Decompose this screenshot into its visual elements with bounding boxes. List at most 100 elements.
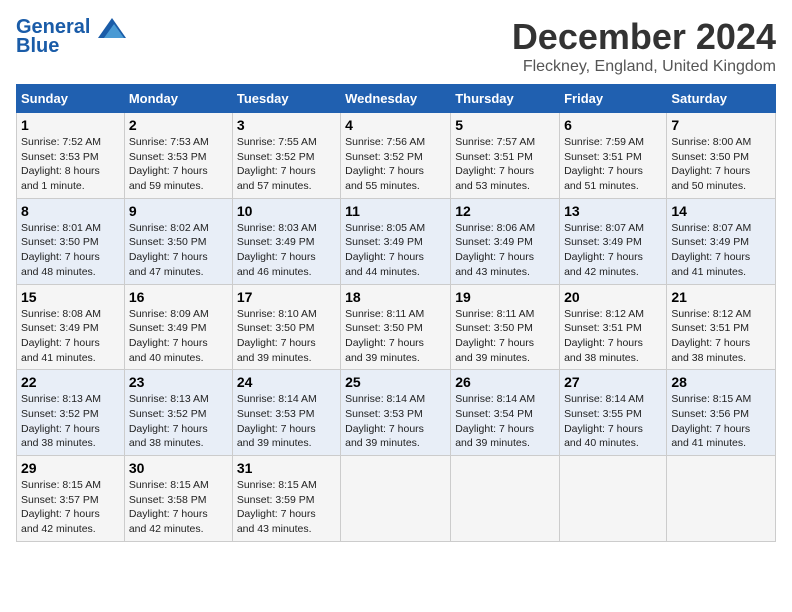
day-number: 1 bbox=[21, 117, 120, 133]
calendar-cell: 31 Sunrise: 8:15 AM Sunset: 3:59 PM Dayli… bbox=[232, 456, 340, 542]
location-title: Fleckney, England, United Kingdom bbox=[512, 58, 776, 76]
day-detail: Sunrise: 7:59 AM Sunset: 3:51 PM Dayligh… bbox=[564, 135, 662, 194]
day-number: 12 bbox=[455, 203, 555, 219]
day-detail: Sunrise: 7:55 AM Sunset: 3:52 PM Dayligh… bbox=[237, 135, 336, 194]
calendar-cell: 10 Sunrise: 8:03 AM Sunset: 3:49 PM Dayli… bbox=[232, 198, 340, 284]
calendar-body: 1 Sunrise: 7:52 AM Sunset: 3:53 PM Daylig… bbox=[17, 113, 776, 542]
weekday-header: Saturday bbox=[667, 85, 776, 113]
day-detail: Sunrise: 7:53 AM Sunset: 3:53 PM Dayligh… bbox=[129, 135, 228, 194]
day-number: 17 bbox=[237, 289, 336, 305]
calendar-cell: 25 Sunrise: 8:14 AM Sunset: 3:53 PM Dayli… bbox=[341, 370, 451, 456]
day-number: 25 bbox=[345, 374, 446, 390]
day-detail: Sunrise: 7:56 AM Sunset: 3:52 PM Dayligh… bbox=[345, 135, 446, 194]
day-number: 30 bbox=[129, 460, 228, 476]
logo-icon bbox=[98, 18, 126, 38]
calendar-cell: 7Sunrise: 8:00 AM Sunset: 3:50 PM Daylig… bbox=[667, 113, 776, 199]
day-detail: Sunrise: 8:13 AM Sunset: 3:52 PM Dayligh… bbox=[21, 392, 120, 451]
day-detail: Sunrise: 8:14 AM Sunset: 3:53 PM Dayligh… bbox=[237, 392, 336, 451]
page-header: General Blue December 2024 Fleckney, Eng… bbox=[16, 16, 776, 76]
weekday-header: Monday bbox=[124, 85, 232, 113]
day-number: 6 bbox=[564, 117, 662, 133]
day-number: 20 bbox=[564, 289, 662, 305]
calendar-cell: 28Sunrise: 8:15 AM Sunset: 3:56 PM Dayli… bbox=[667, 370, 776, 456]
calendar-cell: 11 Sunrise: 8:05 AM Sunset: 3:49 PM Dayli… bbox=[341, 198, 451, 284]
calendar-cell: 17 Sunrise: 8:10 AM Sunset: 3:50 PM Dayli… bbox=[232, 284, 340, 370]
day-detail: Sunrise: 8:08 AM Sunset: 3:49 PM Dayligh… bbox=[21, 307, 120, 366]
calendar-cell bbox=[560, 456, 667, 542]
day-detail: Sunrise: 8:14 AM Sunset: 3:55 PM Dayligh… bbox=[564, 392, 662, 451]
calendar-week-row: 29 Sunrise: 8:15 AM Sunset: 3:57 PM Dayli… bbox=[17, 456, 776, 542]
day-number: 7 bbox=[671, 117, 771, 133]
calendar-cell bbox=[667, 456, 776, 542]
day-detail: Sunrise: 7:52 AM Sunset: 3:53 PM Dayligh… bbox=[21, 135, 120, 194]
day-number: 3 bbox=[237, 117, 336, 133]
day-detail: Sunrise: 8:02 AM Sunset: 3:50 PM Dayligh… bbox=[129, 221, 228, 280]
day-number: 27 bbox=[564, 374, 662, 390]
calendar-cell: 23Sunrise: 8:13 AM Sunset: 3:52 PM Dayli… bbox=[124, 370, 232, 456]
day-number: 13 bbox=[564, 203, 662, 219]
day-number: 10 bbox=[237, 203, 336, 219]
day-number: 31 bbox=[237, 460, 336, 476]
day-detail: Sunrise: 8:11 AM Sunset: 3:50 PM Dayligh… bbox=[455, 307, 555, 366]
calendar-cell: 16Sunrise: 8:09 AM Sunset: 3:49 PM Dayli… bbox=[124, 284, 232, 370]
day-number: 29 bbox=[21, 460, 120, 476]
calendar-cell: 3 Sunrise: 7:55 AM Sunset: 3:52 PM Daylig… bbox=[232, 113, 340, 199]
day-number: 5 bbox=[455, 117, 555, 133]
day-number: 18 bbox=[345, 289, 446, 305]
calendar-cell: 15 Sunrise: 8:08 AM Sunset: 3:49 PM Dayli… bbox=[17, 284, 125, 370]
day-number: 2 bbox=[129, 117, 228, 133]
day-detail: Sunrise: 8:09 AM Sunset: 3:49 PM Dayligh… bbox=[129, 307, 228, 366]
day-detail: Sunrise: 8:15 AM Sunset: 3:58 PM Dayligh… bbox=[129, 478, 228, 537]
calendar-cell: 24 Sunrise: 8:14 AM Sunset: 3:53 PM Dayli… bbox=[232, 370, 340, 456]
calendar-cell bbox=[341, 456, 451, 542]
calendar-cell: 1 Sunrise: 7:52 AM Sunset: 3:53 PM Daylig… bbox=[17, 113, 125, 199]
calendar-cell bbox=[451, 456, 560, 542]
calendar-cell: 27 Sunrise: 8:14 AM Sunset: 3:55 PM Dayli… bbox=[560, 370, 667, 456]
weekday-header: Thursday bbox=[451, 85, 560, 113]
calendar-week-row: 15 Sunrise: 8:08 AM Sunset: 3:49 PM Dayli… bbox=[17, 284, 776, 370]
day-detail: Sunrise: 8:15 AM Sunset: 3:59 PM Dayligh… bbox=[237, 478, 336, 537]
calendar-cell: 2 Sunrise: 7:53 AM Sunset: 3:53 PM Daylig… bbox=[124, 113, 232, 199]
day-detail: Sunrise: 8:07 AM Sunset: 3:49 PM Dayligh… bbox=[564, 221, 662, 280]
logo: General Blue bbox=[16, 16, 126, 58]
day-number: 4 bbox=[345, 117, 446, 133]
calendar-cell: 9 Sunrise: 8:02 AM Sunset: 3:50 PM Daylig… bbox=[124, 198, 232, 284]
weekday-header: Friday bbox=[560, 85, 667, 113]
day-detail: Sunrise: 8:14 AM Sunset: 3:53 PM Dayligh… bbox=[345, 392, 446, 451]
day-detail: Sunrise: 8:10 AM Sunset: 3:50 PM Dayligh… bbox=[237, 307, 336, 366]
calendar-cell: 20 Sunrise: 8:12 AM Sunset: 3:51 PM Dayli… bbox=[560, 284, 667, 370]
day-number: 9 bbox=[129, 203, 228, 219]
calendar-cell: 8 Sunrise: 8:01 AM Sunset: 3:50 PM Daylig… bbox=[17, 198, 125, 284]
day-detail: Sunrise: 8:13 AM Sunset: 3:52 PM Dayligh… bbox=[129, 392, 228, 451]
day-number: 26 bbox=[455, 374, 555, 390]
day-number: 14 bbox=[671, 203, 771, 219]
day-number: 21 bbox=[671, 289, 771, 305]
day-detail: Sunrise: 8:07 AM Sunset: 3:49 PM Dayligh… bbox=[671, 221, 771, 280]
weekday-header: Wednesday bbox=[341, 85, 451, 113]
day-detail: Sunrise: 8:05 AM Sunset: 3:49 PM Dayligh… bbox=[345, 221, 446, 280]
calendar-cell: 5Sunrise: 7:57 AM Sunset: 3:51 PM Daylig… bbox=[451, 113, 560, 199]
month-title: December 2024 bbox=[512, 16, 776, 58]
day-detail: Sunrise: 8:14 AM Sunset: 3:54 PM Dayligh… bbox=[455, 392, 555, 451]
day-number: 8 bbox=[21, 203, 120, 219]
calendar-cell: 26 Sunrise: 8:14 AM Sunset: 3:54 PM Dayli… bbox=[451, 370, 560, 456]
day-detail: Sunrise: 8:03 AM Sunset: 3:49 PM Dayligh… bbox=[237, 221, 336, 280]
calendar-cell: 29 Sunrise: 8:15 AM Sunset: 3:57 PM Dayli… bbox=[17, 456, 125, 542]
calendar-cell: 4 Sunrise: 7:56 AM Sunset: 3:52 PM Daylig… bbox=[341, 113, 451, 199]
title-area: December 2024 Fleckney, England, United … bbox=[512, 16, 776, 76]
calendar-table: SundayMondayTuesdayWednesdayThursdayFrid… bbox=[16, 84, 776, 542]
calendar-cell: 21Sunrise: 8:12 AM Sunset: 3:51 PM Dayli… bbox=[667, 284, 776, 370]
calendar-week-row: 1 Sunrise: 7:52 AM Sunset: 3:53 PM Daylig… bbox=[17, 113, 776, 199]
day-detail: Sunrise: 8:12 AM Sunset: 3:51 PM Dayligh… bbox=[564, 307, 662, 366]
calendar-cell: 13 Sunrise: 8:07 AM Sunset: 3:49 PM Dayli… bbox=[560, 198, 667, 284]
weekday-header: Sunday bbox=[17, 85, 125, 113]
day-number: 24 bbox=[237, 374, 336, 390]
day-number: 15 bbox=[21, 289, 120, 305]
day-number: 11 bbox=[345, 203, 446, 219]
calendar-cell: 14 Sunrise: 8:07 AM Sunset: 3:49 PM Dayli… bbox=[667, 198, 776, 284]
day-detail: Sunrise: 8:15 AM Sunset: 3:57 PM Dayligh… bbox=[21, 478, 120, 537]
day-detail: Sunrise: 8:01 AM Sunset: 3:50 PM Dayligh… bbox=[21, 221, 120, 280]
calendar-cell: 22Sunrise: 8:13 AM Sunset: 3:52 PM Dayli… bbox=[17, 370, 125, 456]
calendar-cell: 30 Sunrise: 8:15 AM Sunset: 3:58 PM Dayli… bbox=[124, 456, 232, 542]
day-detail: Sunrise: 8:11 AM Sunset: 3:50 PM Dayligh… bbox=[345, 307, 446, 366]
